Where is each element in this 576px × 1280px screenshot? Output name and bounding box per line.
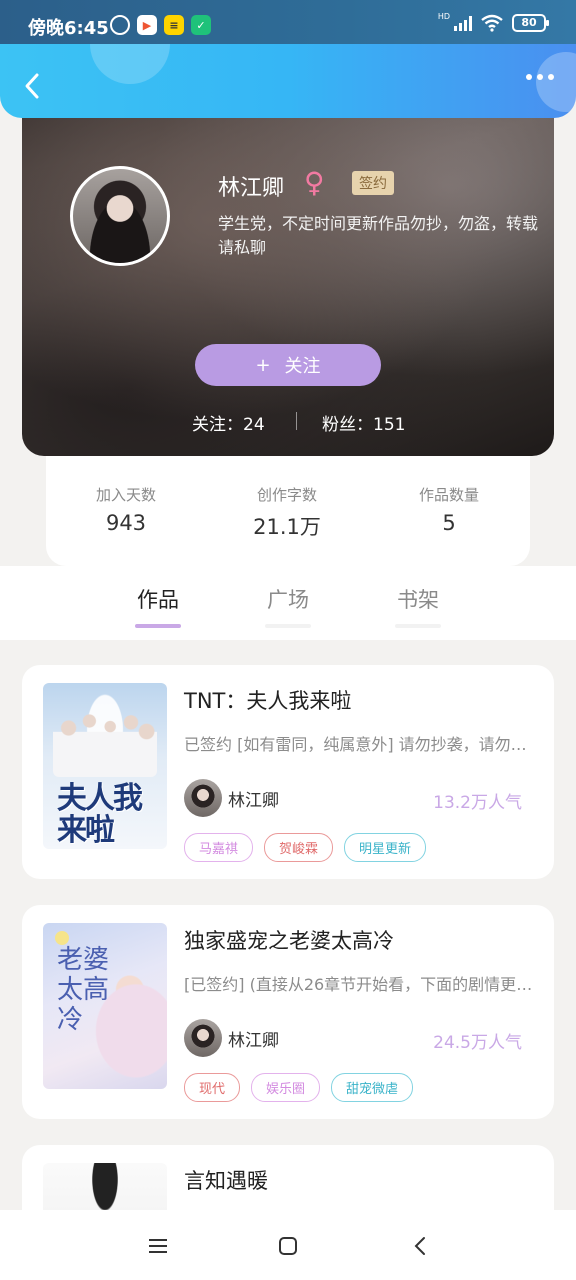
- tag[interactable]: 贺峻霖: [264, 833, 334, 862]
- header-decoration: [536, 52, 576, 112]
- signed-badge: 签约: [352, 171, 394, 195]
- work-author[interactable]: 林江卿: [184, 1019, 279, 1057]
- cover-title: 老婆太高冷: [57, 945, 110, 1035]
- book-cover[interactable]: 老婆太高冷: [43, 923, 167, 1089]
- work-title[interactable]: TNT：夫人我来啦: [184, 685, 351, 715]
- tab-bookshelf[interactable]: 书架: [388, 584, 448, 628]
- stat-value: 21.1万: [253, 515, 321, 539]
- home-button[interactable]: [274, 1232, 302, 1260]
- tab-bar: 作品 广场 书架: [0, 566, 576, 640]
- tab-indicator: [135, 624, 181, 628]
- author-avatar: [184, 779, 222, 817]
- cover-title: 夫人我来啦: [57, 781, 143, 848]
- signal-icon: [454, 15, 472, 31]
- alarm-icon: [110, 15, 130, 35]
- stat-word-count: 创作字数 21.1万: [207, 484, 367, 541]
- menu-icon: [149, 1239, 167, 1253]
- author-name: 林江卿: [228, 790, 279, 811]
- stat-label: 加入天数: [95, 486, 156, 504]
- author-avatar: [184, 1019, 222, 1057]
- stat-value: 5: [442, 511, 456, 535]
- work-title[interactable]: 言知遇暖: [184, 1165, 268, 1195]
- work-author[interactable]: 林江卿: [184, 779, 279, 817]
- status-system-icons: HD 80: [437, 11, 549, 32]
- tab-label: 广场: [267, 588, 309, 612]
- follow-stats: 关注：24 粉丝：151: [22, 410, 554, 435]
- status-bar: 傍晚6:45 ▶ ≡ ✓ HD 80: [0, 0, 576, 44]
- book-cover[interactable]: 夫人我来啦: [43, 683, 167, 849]
- chat-app-icon: ≡: [164, 15, 184, 35]
- system-back-button[interactable]: [406, 1232, 434, 1260]
- tab-label: 书架: [397, 588, 439, 612]
- wifi-icon: [481, 14, 503, 32]
- stat-works-count: 作品数量 5: [369, 484, 529, 535]
- profile-bio: 学生党，不定时间更新作品勿抄，勿盗，转载请私聊: [218, 214, 539, 257]
- moon-icon: [55, 931, 69, 945]
- popularity-count: 24.5万人气: [433, 1033, 522, 1053]
- tab-label: 作品: [137, 588, 179, 612]
- tag[interactable]: 明星更新: [344, 833, 427, 862]
- work-description: [已签约] (直接从26章节开始看，下面的剧情更精彩): [184, 975, 534, 994]
- system-nav-bar: [0, 1210, 576, 1280]
- status-time: 傍晚6:45: [28, 18, 109, 39]
- cover-illustration: [53, 707, 157, 777]
- author-stats: 加入天数 943 创作字数 21.1万 作品数量 5: [46, 456, 530, 566]
- follow-button[interactable]: + 关注: [195, 344, 381, 386]
- tag-list: 现代 娱乐圈 甜宠微虐: [184, 1073, 414, 1102]
- profile-name: 林江卿: [218, 176, 285, 201]
- divider: [296, 412, 297, 430]
- fans-count[interactable]: 粉丝：151: [322, 410, 405, 435]
- tag[interactable]: 娱乐圈: [251, 1073, 321, 1102]
- home-square-icon: [279, 1237, 297, 1255]
- avatar[interactable]: [70, 166, 170, 266]
- tab-indicator: [265, 624, 311, 628]
- chevron-left-icon: [25, 73, 39, 99]
- tag[interactable]: 甜宠微虐: [331, 1073, 414, 1102]
- play-store-icon: ▶: [137, 15, 157, 35]
- more-button[interactable]: [526, 74, 554, 80]
- tab-square[interactable]: 广场: [258, 584, 318, 628]
- work-card[interactable]: 夫人我来啦 TNT：夫人我来啦 已签约 [如有雷同，纯属意外] 请勿抄袭，请勿盗…: [22, 665, 554, 879]
- female-gender-icon: ♀: [304, 166, 325, 199]
- profile-card: 林江卿 ♀ 签约 学生党，不定时间更新作品勿抄，勿盗，转载请私聊 + 关注 关注…: [22, 118, 554, 456]
- tag-list: 马嘉祺 贺峻霖 明星更新: [184, 833, 427, 862]
- header-decoration: [90, 44, 170, 84]
- shield-app-icon: ✓: [191, 15, 211, 35]
- tab-works[interactable]: 作品: [128, 584, 188, 628]
- top-header: [0, 44, 576, 118]
- tag[interactable]: 马嘉祺: [184, 833, 254, 862]
- tag[interactable]: 现代: [184, 1073, 241, 1102]
- hd-label: HD: [437, 11, 450, 21]
- chevron-left-icon: [414, 1237, 425, 1255]
- author-name: 林江卿: [228, 1030, 279, 1051]
- stat-join-days: 加入天数 943: [46, 484, 206, 535]
- status-notification-icons: ▶ ≡ ✓: [110, 15, 211, 35]
- stat-label: 创作字数: [256, 486, 317, 504]
- follow-button-label: 关注: [284, 356, 321, 377]
- battery-icon: 80: [512, 14, 549, 32]
- stat-value: 943: [105, 511, 147, 535]
- work-description: 已签约 [如有雷同，纯属意外] 请勿抄袭，请勿盗文，谢谢配合: [184, 735, 534, 754]
- plus-icon: +: [255, 354, 271, 376]
- tab-indicator: [395, 624, 441, 628]
- back-button[interactable]: [14, 68, 50, 104]
- popularity-count: 13.2万人气: [433, 793, 522, 813]
- work-card[interactable]: 老婆太高冷 独家盛宠之老婆太高冷 [已签约] (直接从26章节开始看，下面的剧情…: [22, 905, 554, 1119]
- more-dots-icon: [526, 74, 532, 80]
- recent-apps-button[interactable]: [144, 1232, 172, 1260]
- following-count[interactable]: 关注：24: [192, 410, 265, 435]
- work-title[interactable]: 独家盛宠之老婆太高冷: [184, 925, 394, 955]
- stat-label: 作品数量: [418, 486, 479, 504]
